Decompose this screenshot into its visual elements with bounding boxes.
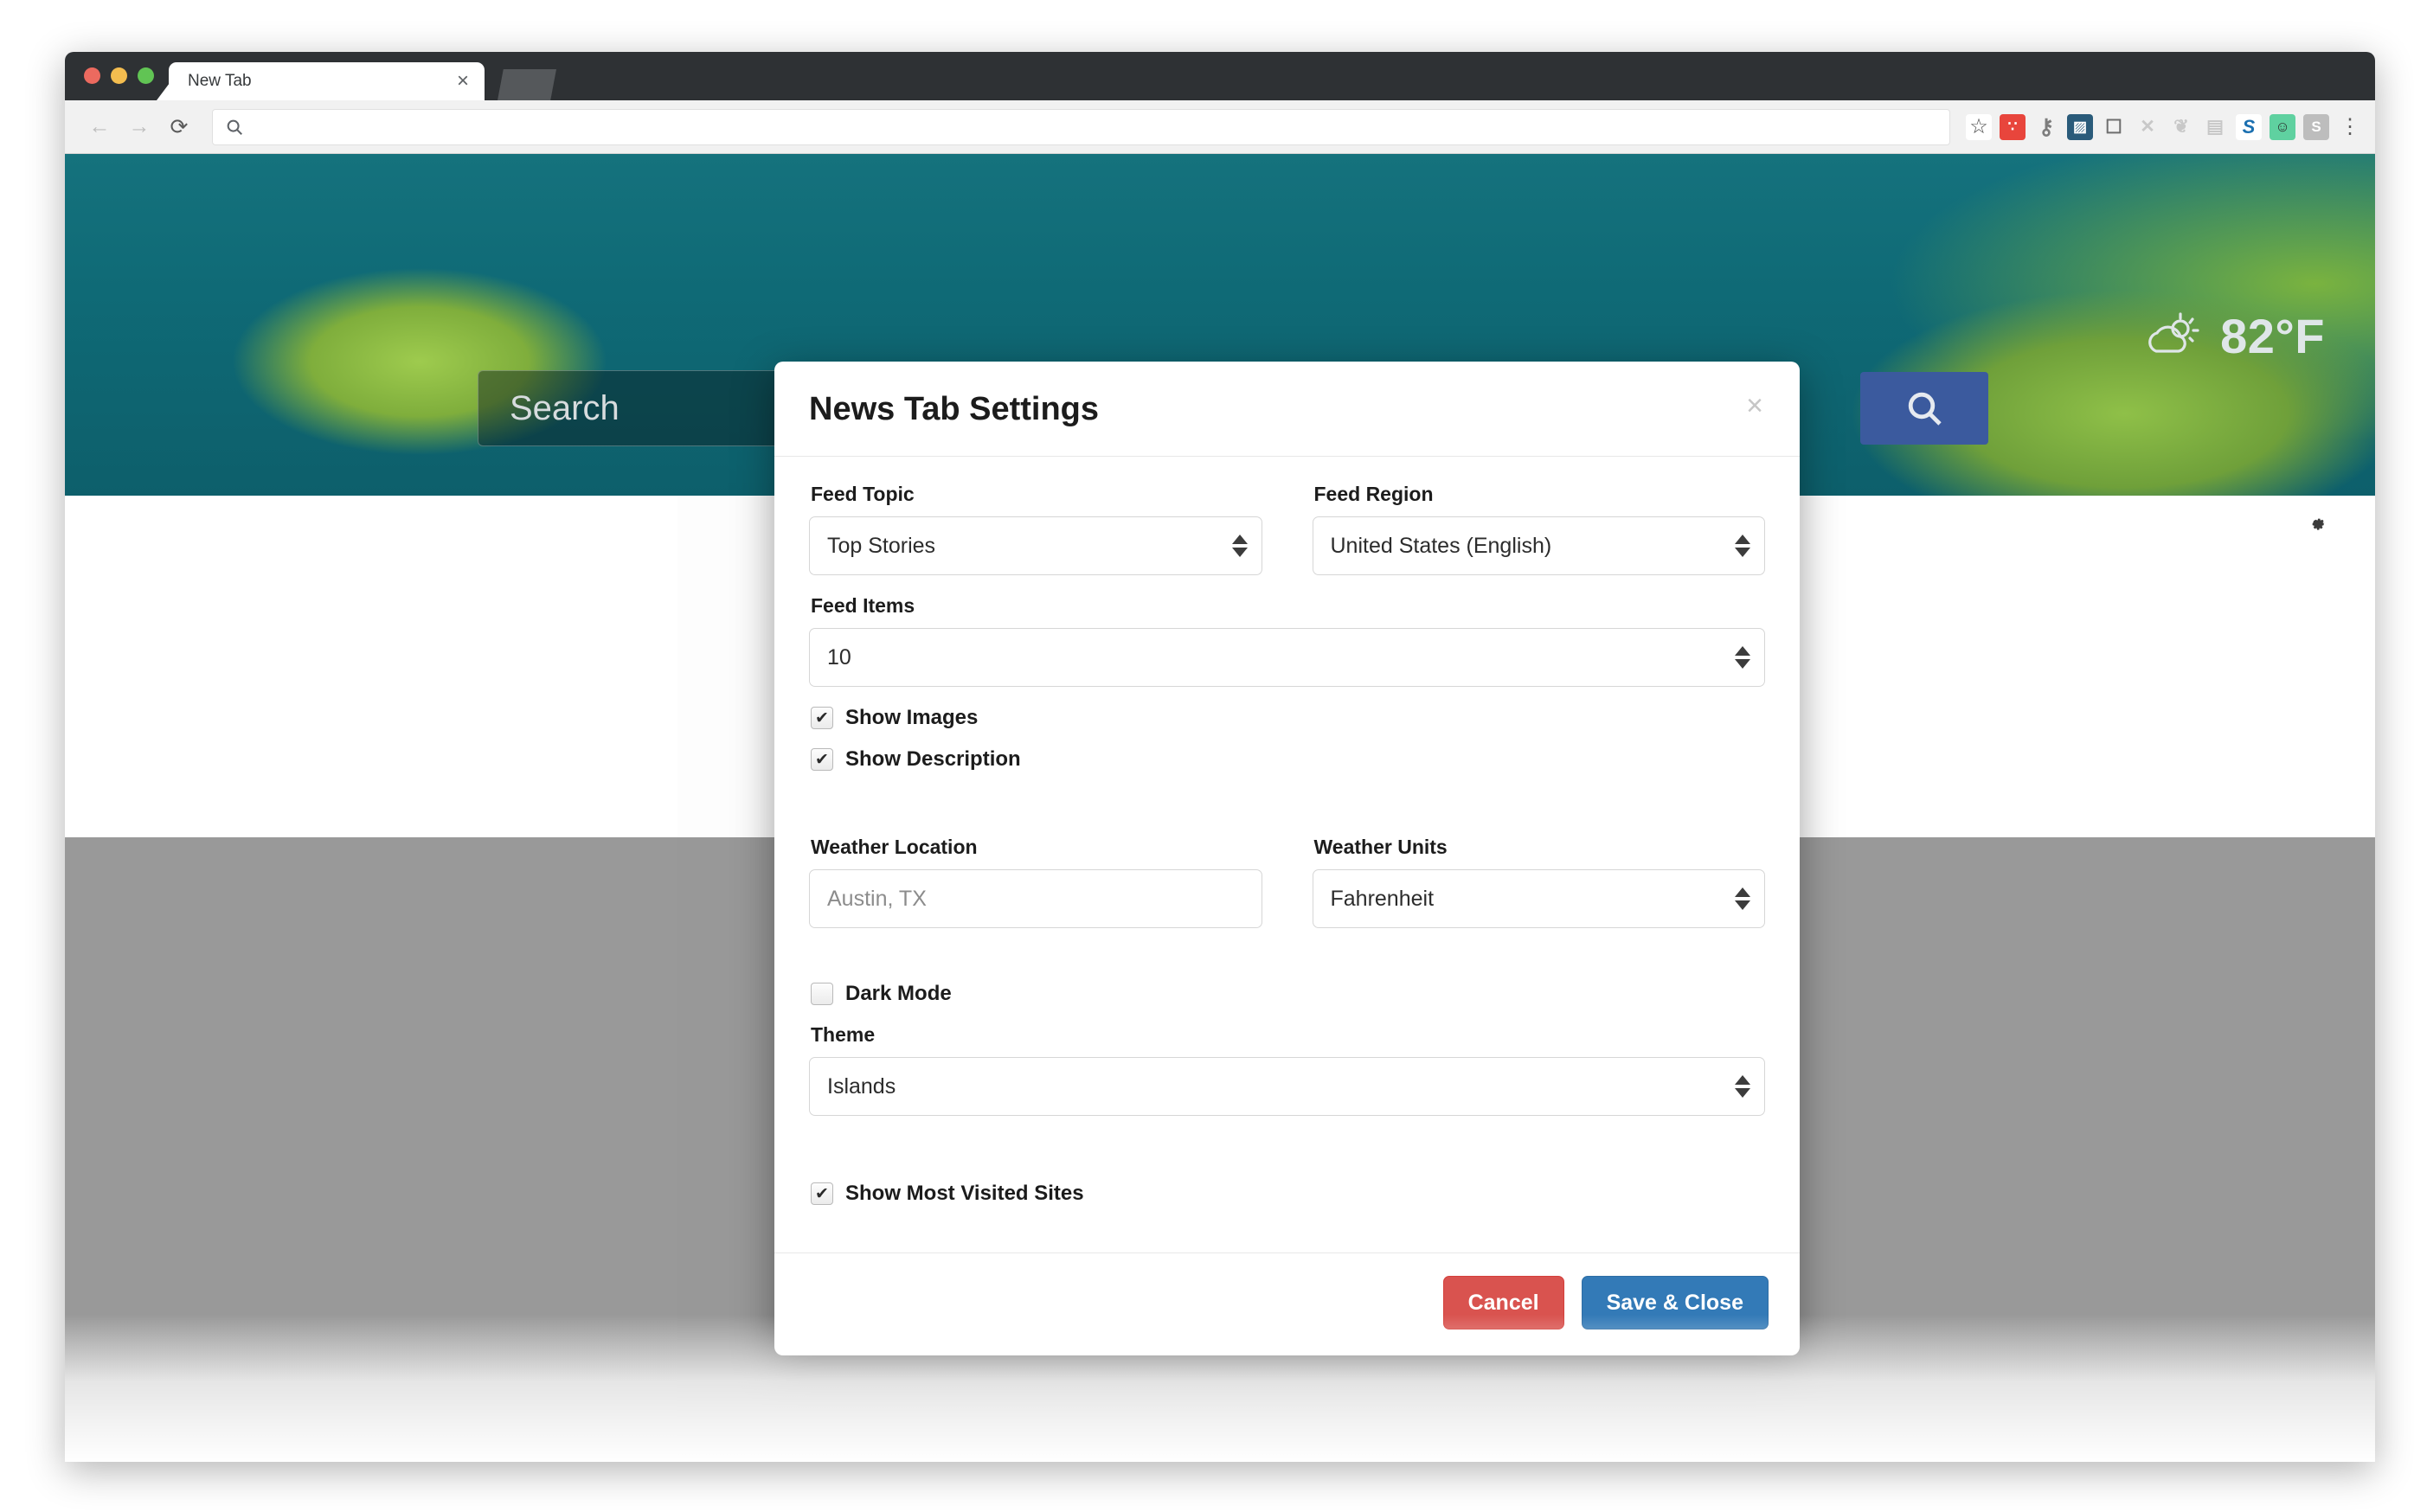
weather-units-value: Fahrenheit [1331, 887, 1435, 912]
extension-disabled-leaf-icon[interactable]: ❦ [2168, 114, 2194, 140]
extension-red-icon[interactable]: ∵ [2000, 114, 2026, 140]
feed-items-value: 10 [827, 645, 851, 670]
feed-region-select[interactable]: United States (English) [1313, 516, 1766, 575]
weather-location-field: Weather Location Austin, TX [809, 836, 1262, 947]
chevron-updown-icon [1735, 535, 1750, 557]
search-icon [1904, 388, 1945, 429]
browser-tab[interactable]: New Tab × [169, 62, 485, 100]
feed-region-field: Feed Region United States (English) [1313, 483, 1766, 594]
weather-widget: 82°F [2144, 308, 2325, 364]
extension-s-gray-icon[interactable]: S [2303, 114, 2329, 140]
section-spacer [809, 947, 1765, 982]
kebab-menu-icon[interactable]: ⋮ [2337, 119, 2363, 135]
show-description-checkbox[interactable] [811, 748, 833, 771]
show-images-row[interactable]: Show Images [811, 706, 1765, 730]
feed-topic-region-row: Feed Topic Top Stories [809, 483, 1765, 594]
maximize-window-button[interactable] [138, 67, 154, 84]
close-window-button[interactable] [84, 67, 100, 84]
dialog-body: Feed Topic Top Stories [774, 457, 1800, 1253]
weather-location-label: Weather Location [811, 836, 1262, 859]
browser-title-bar: New Tab × [65, 52, 2375, 100]
weather-units-select[interactable]: Fahrenheit [1313, 869, 1766, 928]
dark-mode-checkbox[interactable] [811, 983, 833, 1005]
bookmark-star-icon[interactable]: ☆ [1966, 114, 1992, 140]
weather-location-input[interactable]: Austin, TX [809, 869, 1262, 928]
feed-topic-select[interactable]: Top Stories [809, 516, 1262, 575]
weather-units-label: Weather Units [1314, 836, 1766, 859]
show-most-visited-row[interactable]: Show Most Visited Sites [811, 1182, 1765, 1206]
browser-tab-label: New Tab [188, 72, 453, 91]
theme-field: Theme Islands [809, 1023, 1765, 1116]
dark-mode-row[interactable]: Dark Mode [811, 982, 1765, 1006]
section-spacer [809, 789, 1765, 836]
browser-window: New Tab × ← → ⟳ ☆ ∵ ⚷ ▨ ☐ ✕ ❦ [65, 52, 2375, 1462]
dark-mode-label: Dark Mode [845, 982, 952, 1006]
show-description-row[interactable]: Show Description [811, 747, 1765, 772]
window-traffic-lights [84, 67, 154, 84]
search-submit-button[interactable] [1860, 372, 1988, 445]
chevron-updown-icon [1735, 887, 1750, 910]
weather-row: Weather Location Austin, TX Weather Unit… [809, 836, 1765, 947]
minimize-window-button[interactable] [111, 67, 127, 84]
extension-blue-icon[interactable]: ▨ [2067, 114, 2093, 140]
feed-topic-field: Feed Topic Top Stories [809, 483, 1262, 594]
arrow-right-icon[interactable]: → [122, 110, 157, 144]
feed-region-label: Feed Region [1314, 483, 1766, 506]
extension-toolbar: ☆ ∵ ⚷ ▨ ☐ ✕ ❦ ▤ S ☺ S ⋮ [1966, 114, 2363, 140]
search-icon [225, 118, 244, 137]
cancel-button[interactable]: Cancel [1443, 1276, 1564, 1329]
search-input-placeholder: Search [510, 389, 620, 428]
arrow-left-icon[interactable]: ← [82, 110, 117, 144]
extension-smiley-green-icon[interactable]: ☺ [2270, 114, 2295, 140]
dialog-header: News Tab Settings × [774, 362, 1800, 457]
news-tab-settings-dialog: News Tab Settings × Feed Topic Top Stori… [774, 362, 1800, 1355]
weather-location-placeholder: Austin, TX [827, 887, 927, 912]
gear-icon[interactable] [2299, 506, 2334, 541]
theme-value: Islands [827, 1074, 896, 1099]
theme-label: Theme [811, 1023, 1765, 1047]
weather-temperature: 82°F [2220, 308, 2325, 364]
theme-select[interactable]: Islands [809, 1057, 1765, 1116]
extension-disabled-x-icon[interactable]: ✕ [2135, 114, 2160, 140]
chevron-updown-icon [1735, 646, 1750, 669]
feed-topic-value: Top Stories [827, 534, 935, 559]
browser-toolbar: ← → ⟳ ☆ ∵ ⚷ ▨ ☐ ✕ ❦ ▤ S ☺ S ⋮ [65, 100, 2375, 154]
extension-s-blue-icon[interactable]: S [2236, 114, 2262, 140]
show-most-visited-checkbox[interactable] [811, 1182, 833, 1205]
dialog-title: News Tab Settings [809, 391, 1765, 428]
section-spacer [809, 1135, 1765, 1182]
new-tab-page: Search 82°F [65, 154, 2375, 1462]
feed-items-stepper[interactable]: 10 [809, 628, 1765, 687]
show-images-label: Show Images [845, 706, 978, 730]
address-bar[interactable] [212, 109, 1950, 145]
show-most-visited-label: Show Most Visited Sites [845, 1182, 1084, 1206]
dialog-footer: Cancel Save & Close [774, 1253, 1800, 1355]
feed-region-value: United States (English) [1331, 534, 1552, 559]
save-and-close-button[interactable]: Save & Close [1582, 1276, 1769, 1329]
close-icon[interactable]: × [1739, 388, 1770, 424]
shield-extension-icon[interactable]: ⚷ [2033, 114, 2059, 140]
new-tab-button[interactable] [498, 69, 556, 100]
reload-icon[interactable]: ⟳ [162, 110, 196, 144]
extension-disabled-box-icon[interactable]: ▤ [2202, 114, 2228, 140]
partly-cloudy-icon [2144, 311, 2206, 362]
weather-units-field: Weather Units Fahrenheit [1313, 836, 1766, 947]
feed-items-field: Feed Items 10 [809, 594, 1765, 687]
feed-items-label: Feed Items [811, 594, 1765, 618]
show-description-label: Show Description [845, 747, 1021, 772]
chevron-updown-icon [1735, 1075, 1750, 1098]
cast-icon[interactable]: ☐ [2101, 114, 2127, 140]
show-images-checkbox[interactable] [811, 707, 833, 729]
chevron-updown-icon [1232, 535, 1248, 557]
gear-glyph [2305, 512, 2327, 535]
tab-close-icon[interactable]: × [453, 71, 472, 92]
screenshot-root: New Tab × ← → ⟳ ☆ ∵ ⚷ ▨ ☐ ✕ ❦ [0, 0, 2414, 1512]
feed-topic-label: Feed Topic [811, 483, 1262, 506]
